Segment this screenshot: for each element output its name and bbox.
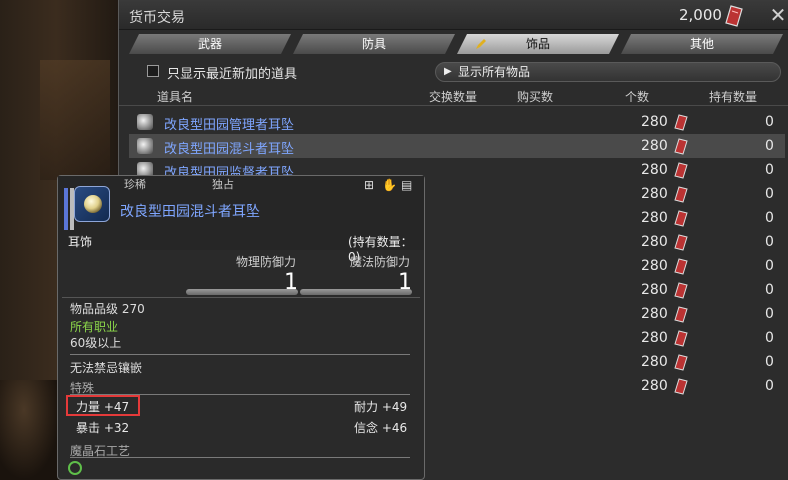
item-cost: 280 [641,186,668,202]
col-name[interactable]: 道具名 [157,88,193,105]
show-items-dropdown[interactable]: ▶ 显示所有物品 [435,62,781,82]
item-cost: 280 [641,354,668,370]
level-requirement: 60级以上 [70,336,122,350]
mag-def-label: 魔法防御力 [350,255,411,269]
item-name: 改良型田园混斗者耳坠 [164,142,295,157]
divider [70,354,410,355]
highlight-box [66,395,140,416]
gil-token-icon [674,138,688,155]
materia-slot-icon [68,461,82,475]
currency-amount: 2,000 [679,6,722,24]
tab-label: 武器 [197,37,222,51]
gil-token-icon [674,378,688,395]
tab-label: 饰品 [525,37,550,51]
item-cost: 280 [641,282,668,298]
held-quantity: 0 [765,378,774,394]
held-quantity: 0 [765,354,774,370]
held-quantity: 0 [765,306,774,322]
meld-info: 无法禁忌镶嵌 [70,361,143,375]
table-row[interactable]: 改良型田园管理者耳坠 280 0 [129,110,785,134]
col-exchange-qty[interactable]: 交换数量 [429,88,477,105]
held-quantity: 0 [765,258,774,274]
gil-token-icon [674,210,688,227]
tag-unique: 独占 [212,178,234,191]
window-title: 货币交易 [129,10,185,26]
col-held[interactable]: 持有数量 [709,88,757,105]
tab-accessories[interactable]: 饰品 [457,34,619,54]
tab-label: 其他 [689,37,714,51]
background-beam [40,60,110,180]
held-quantity: 0 [765,186,774,202]
held-quantity: 0 [765,138,774,154]
tab-weapons[interactable]: 武器 [129,34,291,54]
item-cost: 280 [641,378,668,394]
pencil-icon [475,38,487,50]
phys-def-bar [186,289,298,295]
title-bar[interactable]: 货币交易 2,000 ✕ [119,0,788,30]
dropdown-value: 显示所有物品 [458,65,531,79]
held-quantity: 0 [765,114,774,130]
item-slot: 耳饰 [68,235,93,249]
tag-rare: 珍稀 [124,178,146,191]
earring-item-icon [137,138,153,154]
job-restriction: 所有职业 [70,320,119,334]
divider [70,457,410,458]
item-cost: 280 [641,210,668,226]
col-buy-qty[interactable]: 购买数 [517,88,553,105]
plus-icon: ⊞ [364,178,375,192]
recent-only-checkbox[interactable] [147,65,159,77]
gil-token-icon [674,234,688,251]
tab-other[interactable]: 其他 [621,34,783,54]
held-quantity: 0 [765,234,774,250]
item-cost: 280 [641,114,668,130]
recent-only-label: 只显示最近新加的道具 [167,67,298,82]
attr-vitality: 耐力 +49 [354,400,408,414]
market-icon: ▤ [401,178,413,192]
divider [62,297,420,298]
item-cost: 280 [641,258,668,274]
gil-token-icon [674,354,688,371]
earring-item-icon [137,114,153,130]
gil-token-icon [725,5,743,27]
rarity-bar [64,188,68,230]
item-cost: 280 [641,138,668,154]
item-cost: 280 [641,162,668,178]
hand-icon: ✋ [382,178,397,192]
table-row[interactable]: 改良型田园混斗者耳坠 280 0 [129,134,785,158]
held-quantity: 0 [765,282,774,298]
filter-row: 只显示最近新加的道具 ▶ 显示所有物品 [119,60,788,84]
play-arrow-icon: ▶ [444,66,452,77]
item-cost: 280 [641,234,668,250]
item-name: 改良型田园混斗者耳坠 [120,204,260,220]
gil-token-icon [674,306,688,323]
attr-critical: 暴击 +32 [76,421,130,435]
background-barrel [0,380,60,480]
column-headers: 道具名 交换数量 购买数 个数 持有数量 [119,86,788,106]
gil-token-icon [674,114,688,131]
gil-token-icon [674,258,688,275]
item-cost: 280 [641,330,668,346]
held-quantity: 0 [765,330,774,346]
col-count[interactable]: 个数 [625,88,649,105]
close-icon[interactable]: ✕ [767,4,788,26]
item-tooltip: 珍稀 独占 ⊞ ✋ ▤ 改良型田园混斗者耳坠 耳饰 (持有数量：0) 物理防御力… [57,175,425,480]
held-quantity: 0 [765,210,774,226]
held-quantity: 0 [765,162,774,178]
gil-token-icon [674,162,688,179]
phys-def-label: 物理防御力 [236,255,297,269]
mag-def-bar [300,289,412,295]
item-cost: 280 [641,306,668,322]
attr-determination: 信念 +46 [354,421,408,435]
gil-token-icon [674,282,688,299]
gil-token-icon [674,330,688,347]
gil-token-icon [674,186,688,203]
item-level: 物品品级 270 [70,302,145,316]
tab-label: 防具 [361,37,386,51]
item-name: 改良型田园管理者耳坠 [164,118,295,133]
tab-armor[interactable]: 防具 [293,34,455,54]
earring-icon [74,186,110,222]
category-tabs: 武器 防具 饰品 其他 [129,34,785,54]
